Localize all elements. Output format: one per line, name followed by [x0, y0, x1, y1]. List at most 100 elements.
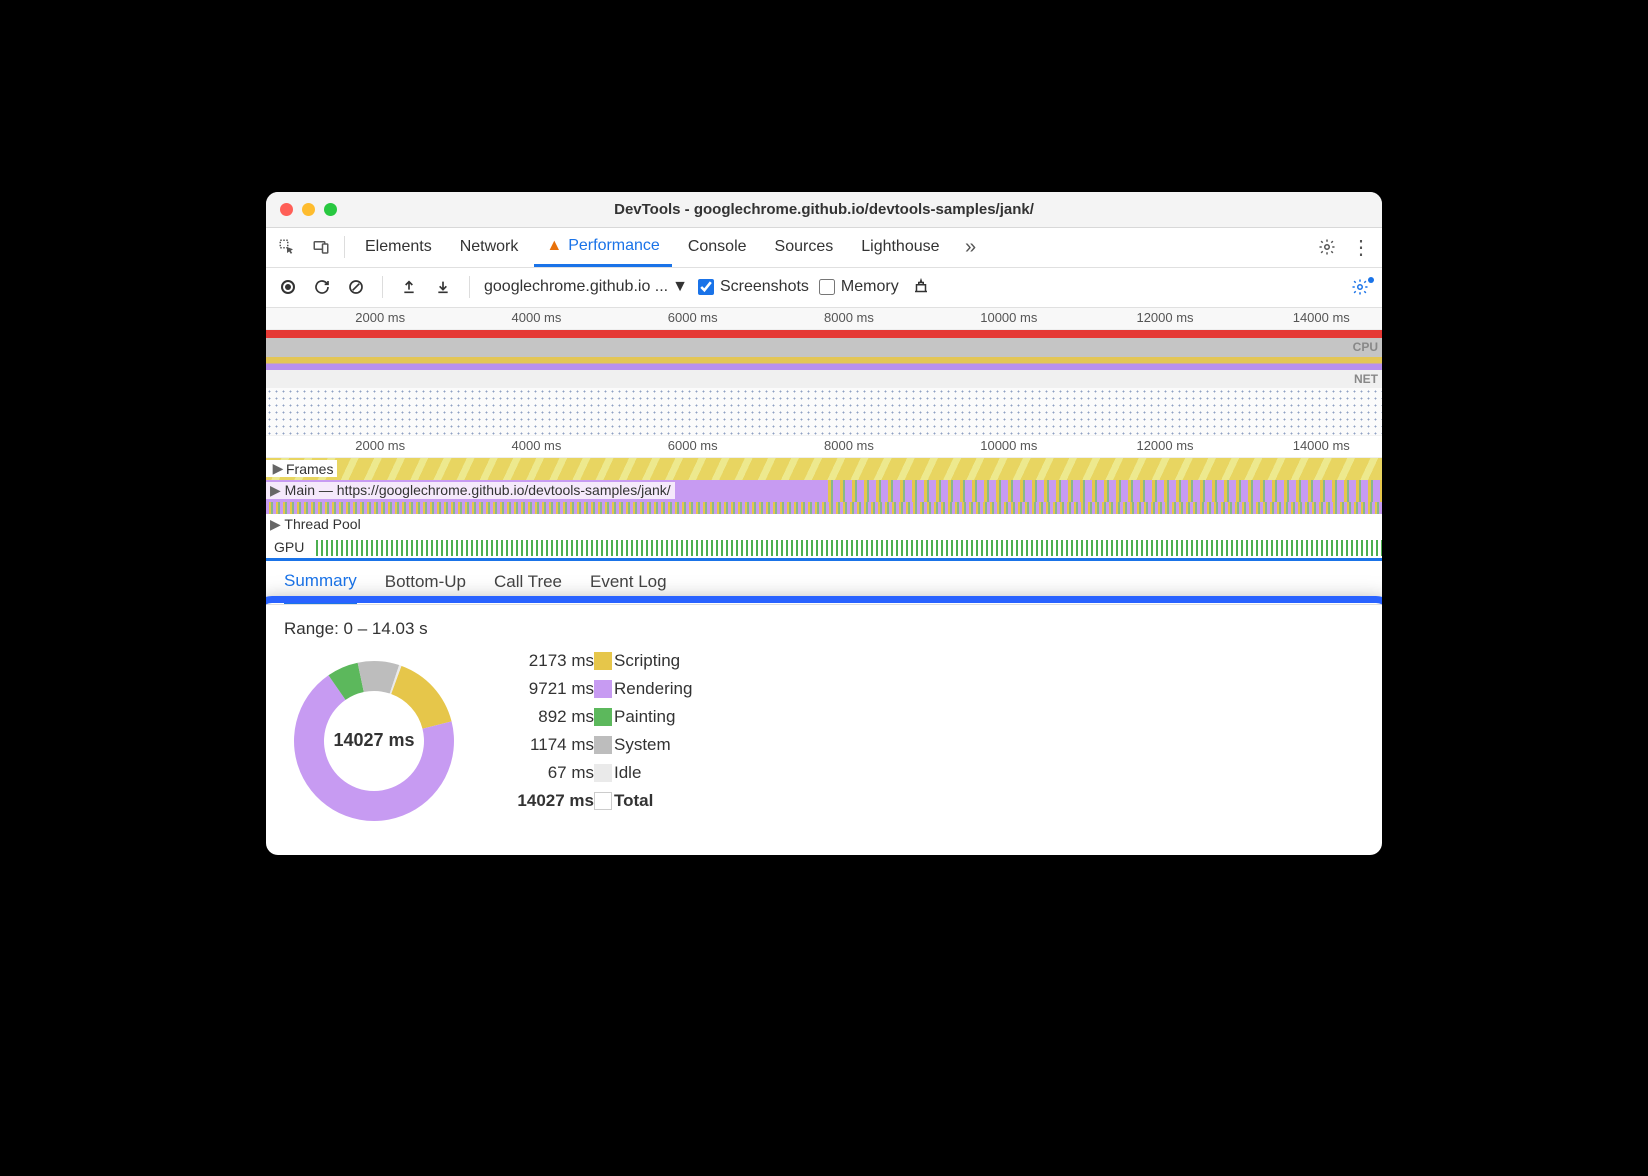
tab-lighthouse[interactable]: Lighthouse: [849, 228, 951, 267]
ruler-tick: 8000 ms: [824, 310, 874, 325]
tab-elements[interactable]: Elements: [353, 228, 444, 267]
memory-checkbox-input[interactable]: [819, 279, 835, 295]
ruler-tick: 2000 ms: [355, 310, 405, 325]
recording-selector[interactable]: googlechrome.github.io ... ▼: [484, 278, 688, 296]
cpu-label: CPU: [1353, 340, 1378, 354]
details-tabs: Summary Bottom-Up Call Tree Event Log: [266, 561, 1382, 605]
legend-label: Idle: [614, 763, 734, 783]
frames-track[interactable]: ▶ Frames: [266, 458, 1382, 480]
screenshots-checkbox-input[interactable]: [698, 279, 714, 295]
timeline-overview[interactable]: 2000 ms 4000 ms 6000 ms 8000 ms 10000 ms…: [266, 308, 1382, 458]
legend-swatch: [594, 652, 612, 670]
dropdown-chevron-icon: ▼: [672, 278, 688, 296]
cpu-chart: CPU: [266, 338, 1382, 370]
device-toolbar-icon[interactable]: [306, 232, 336, 262]
ruler-tick: 4000 ms: [512, 438, 562, 453]
separator: [344, 236, 345, 258]
record-button[interactable]: [276, 275, 300, 299]
more-tabs-icon[interactable]: »: [956, 232, 986, 262]
legend-swatch: [594, 764, 612, 782]
donut-center-label: 14027 ms: [284, 651, 464, 831]
expand-chevron-icon[interactable]: ▶: [270, 482, 281, 498]
legend-label: Painting: [614, 707, 734, 727]
screenshots-checkbox[interactable]: Screenshots: [698, 278, 809, 296]
devtools-window: DevTools - googlechrome.github.io/devtoo…: [266, 192, 1382, 855]
thread-pool-label: Thread Pool: [284, 516, 360, 532]
separator: [382, 276, 383, 298]
expand-chevron-icon[interactable]: ▶: [270, 516, 281, 532]
range-label: Range: 0 – 14.03 s: [284, 619, 1364, 639]
legend-swatch: [594, 792, 612, 810]
tab-network[interactable]: Network: [448, 228, 531, 267]
tab-summary[interactable]: Summary: [284, 561, 357, 604]
ruler-tick: 10000 ms: [980, 438, 1037, 453]
ruler-tick: 12000 ms: [1136, 310, 1193, 325]
ruler-tick: 12000 ms: [1136, 438, 1193, 453]
legend-label: Total: [614, 791, 734, 811]
warning-icon: ▲: [546, 237, 562, 255]
main-track-label: Main — https://googlechrome.github.io/de…: [285, 482, 671, 498]
gpu-track-label: GPU: [274, 539, 304, 555]
performance-toolbar: googlechrome.github.io ... ▼ Screenshots…: [266, 268, 1382, 308]
legend-swatch: [594, 680, 612, 698]
clear-button[interactable]: [344, 275, 368, 299]
legend-ms: 1174 ms: [504, 735, 594, 755]
overview-ruler[interactable]: 2000 ms 4000 ms 6000 ms 8000 ms 10000 ms…: [266, 308, 1382, 330]
tab-sources[interactable]: Sources: [763, 228, 846, 267]
expand-chevron-icon[interactable]: ▶: [270, 460, 286, 477]
ruler-tick: 8000 ms: [824, 438, 874, 453]
memory-checkbox[interactable]: Memory: [819, 278, 899, 296]
tab-event-log[interactable]: Event Log: [590, 561, 667, 604]
legend-swatch: [594, 736, 612, 754]
tab-bottom-up[interactable]: Bottom-Up: [385, 561, 466, 604]
ruler-tick: 4000 ms: [512, 310, 562, 325]
tab-console[interactable]: Console: [676, 228, 759, 267]
main-thread-detail[interactable]: [266, 502, 1382, 514]
net-label: NET: [1354, 372, 1378, 386]
separator: [469, 276, 470, 298]
flame-ruler[interactable]: 2000 ms 4000 ms 6000 ms 8000 ms 10000 ms…: [266, 436, 1382, 458]
memory-label: Memory: [841, 278, 899, 296]
reload-button[interactable]: [310, 275, 334, 299]
net-chart: NET: [266, 370, 1382, 388]
window-titlebar: DevTools - googlechrome.github.io/devtoo…: [266, 192, 1382, 228]
legend-ms: 2173 ms: [504, 651, 594, 671]
thread-pool-track[interactable]: ▶ Thread Pool: [266, 514, 1382, 536]
tab-call-tree[interactable]: Call Tree: [494, 561, 562, 604]
summary-panel: Range: 0 – 14.03 s 14027 ms 2173 ms Scrip…: [266, 605, 1382, 855]
window-title: DevTools - googlechrome.github.io/devtoo…: [266, 201, 1382, 218]
screenshot-strip[interactable]: [266, 388, 1382, 436]
legend-label: System: [614, 735, 734, 755]
legend-label: Rendering: [614, 679, 734, 699]
tab-performance[interactable]: ▲ Performance: [534, 228, 671, 267]
download-icon[interactable]: [431, 275, 455, 299]
legend-ms: 14027 ms: [504, 791, 594, 811]
upload-icon[interactable]: [397, 275, 421, 299]
ruler-tick: 10000 ms: [980, 310, 1037, 325]
summary-donut-chart: 14027 ms: [284, 651, 464, 831]
recording-selector-label: googlechrome.github.io ...: [484, 278, 668, 296]
inspect-element-icon[interactable]: [272, 232, 302, 262]
ruler-tick: 6000 ms: [668, 310, 718, 325]
frames-track-label: Frames: [286, 461, 333, 477]
main-thread-track[interactable]: ▶ Main — https://googlechrome.github.io/…: [266, 480, 1382, 502]
legend-ms: 67 ms: [504, 763, 594, 783]
gpu-track[interactable]: GPU: [266, 536, 1382, 558]
legend-label: Scripting: [614, 651, 734, 671]
fps-bar: [266, 330, 1382, 338]
settings-gear-icon[interactable]: [1312, 232, 1342, 262]
panel-tabs: Elements Network ▲ Performance Console S…: [266, 228, 1382, 268]
garbage-collect-icon[interactable]: [909, 275, 933, 299]
screenshots-label: Screenshots: [720, 278, 809, 296]
legend-ms: 892 ms: [504, 707, 594, 727]
tab-performance-label: Performance: [568, 237, 660, 255]
settings-badge-dot: [1368, 277, 1374, 283]
ruler-tick: 6000 ms: [668, 438, 718, 453]
ruler-tick: 14000 ms: [1293, 438, 1350, 453]
capture-settings-icon[interactable]: [1348, 275, 1372, 299]
ruler-tick: 2000 ms: [355, 438, 405, 453]
kebab-menu-icon[interactable]: ⋮: [1346, 232, 1376, 262]
legend-ms: 9721 ms: [504, 679, 594, 699]
flame-chart[interactable]: ▶ Frames ▶ Main — https://googlechrome.g…: [266, 458, 1382, 558]
legend-swatch: [594, 708, 612, 726]
